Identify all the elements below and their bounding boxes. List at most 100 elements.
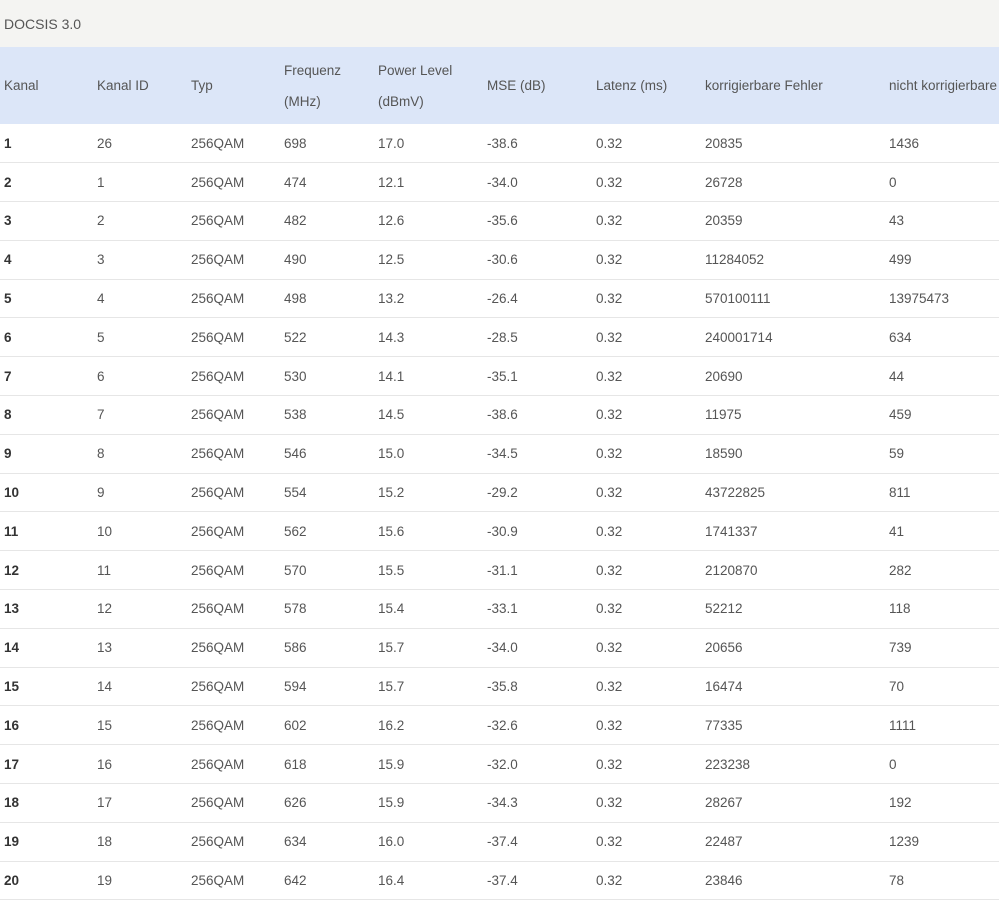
cell-korrigierbare-fehler: 52212 — [705, 601, 743, 617]
cell-power-level: 15.6 — [378, 523, 405, 539]
cell-power-level: 15.4 — [378, 601, 405, 617]
cell-power-level: 13.2 — [378, 291, 405, 307]
cell-typ: 256QAM — [191, 717, 245, 733]
table-row: 1 26 256QAM 698 17.0 -38.6 0.32 20835 1436 — [0, 124, 999, 163]
cell-nicht-korrigierbare: 282 — [889, 562, 912, 578]
cell-korrigierbare-fehler: 28267 — [705, 795, 743, 811]
cell-kanal-id: 6 — [97, 368, 105, 384]
column-header-power-level: Power Level (dBmV) — [374, 47, 483, 124]
cell-kanal: 3 — [4, 213, 12, 229]
cell-kanal-id: 26 — [97, 135, 113, 151]
cell-mse: -34.0 — [487, 640, 518, 656]
cell-kanal: 19 — [4, 834, 20, 850]
table-header: Kanal Kanal ID Typ Frequenz (MHz) Power Level… — [0, 47, 999, 124]
cell-mse: -33.1 — [487, 601, 518, 617]
cell-power-level: 12.5 — [378, 252, 405, 268]
column-header-label: Kanal ID — [97, 78, 149, 93]
cell-kanal: 6 — [4, 329, 12, 345]
cell-kanal-id: 5 — [97, 329, 105, 345]
table-row: 8 7 256QAM 538 14.5 -38.6 0.32 11975 459 — [0, 396, 999, 435]
cell-nicht-korrigierbare: 811 — [889, 485, 911, 501]
cell-mse: -28.5 — [487, 329, 518, 345]
table-row: 16 15 256QAM 602 16.2 -32.6 0.32 77335 1111 — [0, 706, 999, 745]
column-header-nicht-korrigierbare: nicht korrigierbare — [885, 47, 999, 124]
cell-latenz: 0.32 — [596, 717, 623, 733]
table-row: 18 17 256QAM 626 15.9 -34.3 0.32 28267 192 — [0, 784, 999, 823]
cell-nicht-korrigierbare: 43 — [889, 213, 905, 229]
cell-mse: -34.5 — [487, 446, 518, 462]
table-row: 7 6 256QAM 530 14.1 -35.1 0.32 20690 44 — [0, 357, 999, 396]
cell-typ: 256QAM — [191, 679, 245, 695]
cell-nicht-korrigierbare: 499 — [889, 252, 912, 268]
channel-table-container: Kanal Kanal ID Typ Frequenz (MHz) Power Level… — [0, 47, 999, 900]
cell-latenz: 0.32 — [596, 601, 623, 617]
table-header-row: Kanal Kanal ID Typ Frequenz (MHz) Power Level… — [0, 47, 999, 124]
cell-power-level: 15.7 — [378, 679, 405, 695]
cell-latenz: 0.32 — [596, 834, 623, 850]
cell-korrigierbare-fehler: 26728 — [705, 174, 743, 190]
column-header-unit: (MHz) — [284, 93, 321, 109]
cell-korrigierbare-fehler: 18590 — [705, 446, 743, 462]
cell-nicht-korrigierbare: 41 — [889, 523, 905, 539]
cell-korrigierbare-fehler: 20359 — [705, 213, 743, 229]
cell-nicht-korrigierbare: 1111 — [889, 717, 917, 733]
cell-latenz: 0.32 — [596, 873, 623, 889]
cell-mse: -32.0 — [487, 756, 518, 772]
cell-latenz: 0.32 — [596, 368, 623, 384]
cell-typ: 256QAM — [191, 756, 245, 772]
cell-frequenz: 618 — [284, 756, 307, 772]
cell-kanal-id: 4 — [97, 291, 105, 307]
cell-power-level: 15.9 — [378, 756, 405, 772]
table-row: 20 19 256QAM 642 16.4 -37.4 0.32 23846 78 — [0, 861, 999, 900]
column-header-label: Kanal — [4, 78, 39, 93]
cell-typ: 256QAM — [191, 873, 245, 889]
cell-typ: 256QAM — [191, 834, 245, 850]
table-row: 13 12 256QAM 578 15.4 -33.1 0.32 52212 118 — [0, 590, 999, 629]
table-row: 10 9 256QAM 554 15.2 -29.2 0.32 43722825 811 — [0, 473, 999, 512]
cell-kanal-id: 16 — [97, 756, 113, 772]
cell-power-level: 16.4 — [378, 873, 405, 889]
cell-kanal-id: 2 — [97, 213, 105, 229]
cell-kanal-id: 15 — [97, 717, 113, 733]
column-header-frequenz: Frequenz (MHz) — [280, 47, 374, 124]
cell-nicht-korrigierbare: 1436 — [889, 135, 920, 151]
cell-kanal: 17 — [4, 756, 20, 772]
cell-korrigierbare-fehler: 22487 — [705, 834, 743, 850]
cell-typ: 256QAM — [191, 795, 245, 811]
cell-frequenz: 570 — [284, 562, 307, 578]
cell-korrigierbare-fehler: 11975 — [705, 407, 742, 423]
cell-power-level: 16.2 — [378, 717, 405, 733]
column-header-label: MSE (dB) — [487, 78, 546, 93]
column-header-korrigierbare-fehler: korrigierbare Fehler — [701, 47, 885, 124]
cell-latenz: 0.32 — [596, 213, 623, 229]
cell-kanal: 11 — [4, 523, 19, 539]
cell-typ: 256QAM — [191, 252, 245, 268]
cell-kanal: 9 — [4, 446, 12, 462]
cell-kanal-id: 19 — [97, 873, 113, 889]
cell-nicht-korrigierbare: 634 — [889, 329, 912, 345]
cell-korrigierbare-fehler: 23846 — [705, 873, 743, 889]
cell-nicht-korrigierbare: 739 — [889, 640, 912, 656]
cell-kanal-id: 17 — [97, 795, 113, 811]
cell-kanal: 20 — [4, 873, 20, 889]
cell-typ: 256QAM — [191, 485, 245, 501]
cell-latenz: 0.32 — [596, 640, 623, 656]
cell-mse: -34.3 — [487, 795, 518, 811]
cell-latenz: 0.32 — [596, 174, 623, 190]
table-row: 19 18 256QAM 634 16.0 -37.4 0.32 22487 1239 — [0, 822, 999, 862]
cell-kanal: 7 — [4, 368, 12, 384]
cell-latenz: 0.32 — [596, 679, 623, 695]
column-header-latenz: Latenz (ms) — [592, 47, 701, 124]
cell-latenz: 0.32 — [596, 756, 623, 772]
cell-korrigierbare-fehler: 16474 — [705, 679, 743, 695]
cell-mse: -35.6 — [487, 213, 518, 229]
cell-latenz: 0.32 — [596, 485, 623, 501]
cell-latenz: 0.32 — [596, 562, 623, 578]
column-header-label: Typ — [191, 78, 213, 93]
cell-frequenz: 498 — [284, 291, 307, 307]
table-row: 12 11 256QAM 570 15.5 -31.1 0.32 2120870 282 — [0, 551, 999, 590]
cell-latenz: 0.32 — [596, 252, 623, 268]
table-row: 15 14 256QAM 594 15.7 -35.8 0.32 16474 70 — [0, 667, 999, 706]
cell-typ: 256QAM — [191, 640, 245, 656]
cell-frequenz: 594 — [284, 679, 307, 695]
